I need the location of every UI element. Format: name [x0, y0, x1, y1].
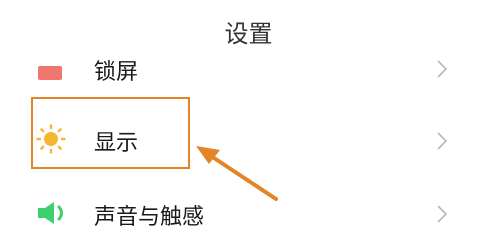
speaker-icon	[38, 202, 63, 224]
settings-item-sound-haptics[interactable]: 声音与触感	[0, 181, 497, 241]
chevron-right-icon	[437, 205, 448, 223]
page-title: 设置	[224, 20, 273, 48]
highlight-box	[31, 97, 190, 169]
chevron-right-icon	[437, 132, 448, 150]
lock-screen-icon	[38, 66, 62, 80]
chevron-right-icon	[437, 60, 448, 78]
settings-item-lock-screen[interactable]: 锁屏	[0, 52, 497, 92]
settings-item-label: 声音与触感	[94, 205, 205, 230]
settings-item-label: 锁屏	[94, 60, 139, 85]
